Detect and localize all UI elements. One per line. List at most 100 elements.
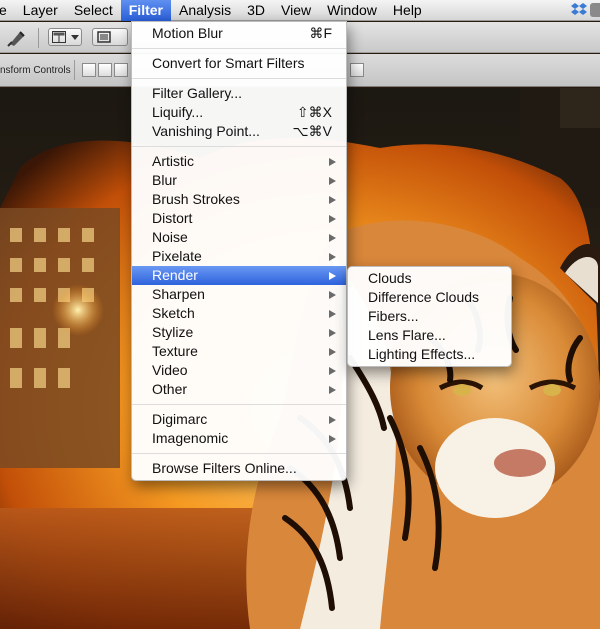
align-bottom-button[interactable] — [114, 63, 128, 77]
submenu-arrow-icon — [329, 416, 336, 424]
align-middle-button[interactable] — [98, 63, 112, 77]
screen-mode-icon — [97, 31, 111, 43]
arrange-documents-button[interactable] — [48, 28, 82, 46]
menu-item-other[interactable]: Other — [132, 380, 346, 399]
menu-item-artistic[interactable]: Artistic — [132, 152, 346, 171]
submenu-arrow-icon — [329, 291, 336, 299]
shortcut-label: ⌥⌘V — [292, 123, 332, 139]
submenu-arrow-icon — [329, 272, 336, 280]
menu-3d[interactable]: 3D — [239, 0, 273, 21]
menu-select[interactable]: Select — [66, 0, 121, 21]
submenu-arrow-icon — [329, 329, 336, 337]
menu-item-blur[interactable]: Blur — [132, 171, 346, 190]
menu-item-stylize[interactable]: Stylize — [132, 323, 346, 342]
submenu-arrow-icon — [329, 215, 336, 223]
menu-item-brush-strokes[interactable]: Brush Strokes — [132, 190, 346, 209]
menu-item-label: Filter Gallery... — [152, 85, 242, 101]
menu-item-label: Brush Strokes — [152, 191, 240, 207]
chevron-down-icon — [71, 35, 79, 40]
toolbar-divider — [74, 60, 75, 80]
menu-item-noise[interactable]: Noise — [132, 228, 346, 247]
menu-view[interactable]: View — [273, 0, 319, 21]
submenu-arrow-icon — [329, 234, 336, 242]
menu-separator — [132, 453, 346, 454]
menu-window[interactable]: Window — [319, 0, 385, 21]
menu-item-label: Browse Filters Online... — [152, 460, 297, 476]
menu-separator — [132, 48, 346, 49]
menu-item-distort[interactable]: Distort — [132, 209, 346, 228]
menu-item-label: Render — [152, 267, 198, 283]
submenu-arrow-icon — [329, 435, 336, 443]
menu-help[interactable]: Help — [385, 0, 430, 21]
menu-item-vanishing-point[interactable]: Vanishing Point... ⌥⌘V — [132, 122, 346, 141]
dropbox-icon[interactable] — [570, 2, 588, 18]
distribute-button[interactable] — [350, 63, 364, 77]
menu-analysis[interactable]: Analysis — [171, 0, 239, 21]
menu-filter[interactable]: Filter — [120, 0, 171, 21]
submenu-item-lens-flare[interactable]: Lens Flare... — [348, 326, 511, 345]
menu-item-label: Digimarc — [152, 411, 208, 427]
menu-item-label: Other — [152, 381, 188, 397]
menu-item-label: Pixelate — [152, 248, 202, 264]
menu-separator — [132, 78, 346, 79]
menu-item-label: Motion Blur — [152, 25, 223, 41]
menu-item-sketch[interactable]: Sketch — [132, 304, 346, 323]
menu-item-motion-blur[interactable]: Motion Blur ⌘F — [132, 24, 346, 43]
menu-item-label: Stylize — [152, 324, 194, 340]
menu-item-label: Artistic — [152, 153, 194, 169]
menu-item-convert-smart-filters[interactable]: Convert for Smart Filters — [132, 54, 346, 73]
menu-item-label: Convert for Smart Filters — [152, 55, 305, 71]
menu-item-label: Distort — [152, 210, 193, 226]
submenu-item-difference-clouds[interactable]: Difference Clouds — [348, 288, 511, 307]
submenu-arrow-icon — [329, 348, 336, 356]
align-top-button[interactable] — [82, 63, 96, 77]
menu-item-label: Difference Clouds — [368, 289, 480, 305]
submenu-item-lighting-effects[interactable]: Lighting Effects... — [348, 345, 511, 364]
submenu-item-fibers[interactable]: Fibers... — [348, 307, 511, 326]
menu-item-label: Texture — [152, 343, 198, 359]
menu-item-label: Blur — [152, 172, 177, 188]
menu-item-label: Lighting Effects... — [368, 346, 476, 362]
menu-layer[interactable]: Layer — [15, 0, 66, 21]
menu-item-sharpen[interactable]: Sharpen — [132, 285, 346, 304]
menu-item-label: Lens Flare... — [368, 327, 446, 343]
grid-layout-icon — [52, 31, 66, 43]
transform-controls-label: nsform Controls — [0, 65, 71, 76]
menu-item-digimarc[interactable]: Digimarc — [132, 410, 346, 429]
menu-separator — [132, 404, 346, 405]
render-submenu: Clouds Difference Clouds Fibers... Lens … — [347, 266, 512, 367]
menu-item-label: Fibers... — [368, 308, 419, 324]
menu-item-render[interactable]: Render — [132, 266, 346, 285]
menu-item-liquify[interactable]: Liquify... ⇧⌘X — [132, 103, 346, 122]
menu-item-label: Video — [152, 362, 188, 378]
submenu-arrow-icon — [329, 253, 336, 261]
screen-mode-button[interactable] — [92, 28, 128, 46]
menu-item-label: Imagenomic — [152, 430, 229, 446]
menu-item-label: Sharpen — [152, 286, 205, 302]
submenu-arrow-icon — [329, 177, 336, 185]
submenu-item-clouds[interactable]: Clouds — [348, 269, 511, 288]
submenu-arrow-icon — [329, 196, 336, 204]
menu-item-label: Noise — [152, 229, 188, 245]
menu-item-label: Clouds — [368, 270, 412, 286]
menu-separator — [132, 146, 346, 147]
menu-item-browse-filters-online[interactable]: Browse Filters Online... — [132, 459, 346, 478]
submenu-arrow-icon — [329, 310, 336, 318]
submenu-arrow-icon — [329, 158, 336, 166]
move-tool-icon[interactable] — [6, 28, 28, 48]
menu-edit[interactable]: e — [0, 0, 15, 21]
status-menu-icon[interactable] — [590, 3, 600, 17]
menu-item-imagenomic[interactable]: Imagenomic — [132, 429, 346, 448]
submenu-arrow-icon — [329, 386, 336, 394]
menu-bar: e Layer Select Filter Analysis 3D View W… — [0, 0, 600, 21]
menu-item-filter-gallery[interactable]: Filter Gallery... — [132, 84, 346, 103]
menu-item-video[interactable]: Video — [132, 361, 346, 380]
submenu-arrow-icon — [329, 367, 336, 375]
shortcut-label: ⌘F — [309, 25, 332, 41]
toolbar-divider — [38, 28, 39, 48]
menu-item-texture[interactable]: Texture — [132, 342, 346, 361]
menu-item-label: Liquify... — [152, 104, 204, 120]
menu-item-pixelate[interactable]: Pixelate — [132, 247, 346, 266]
menu-item-label: Sketch — [152, 305, 195, 321]
menu-item-label: Vanishing Point... — [152, 123, 260, 139]
